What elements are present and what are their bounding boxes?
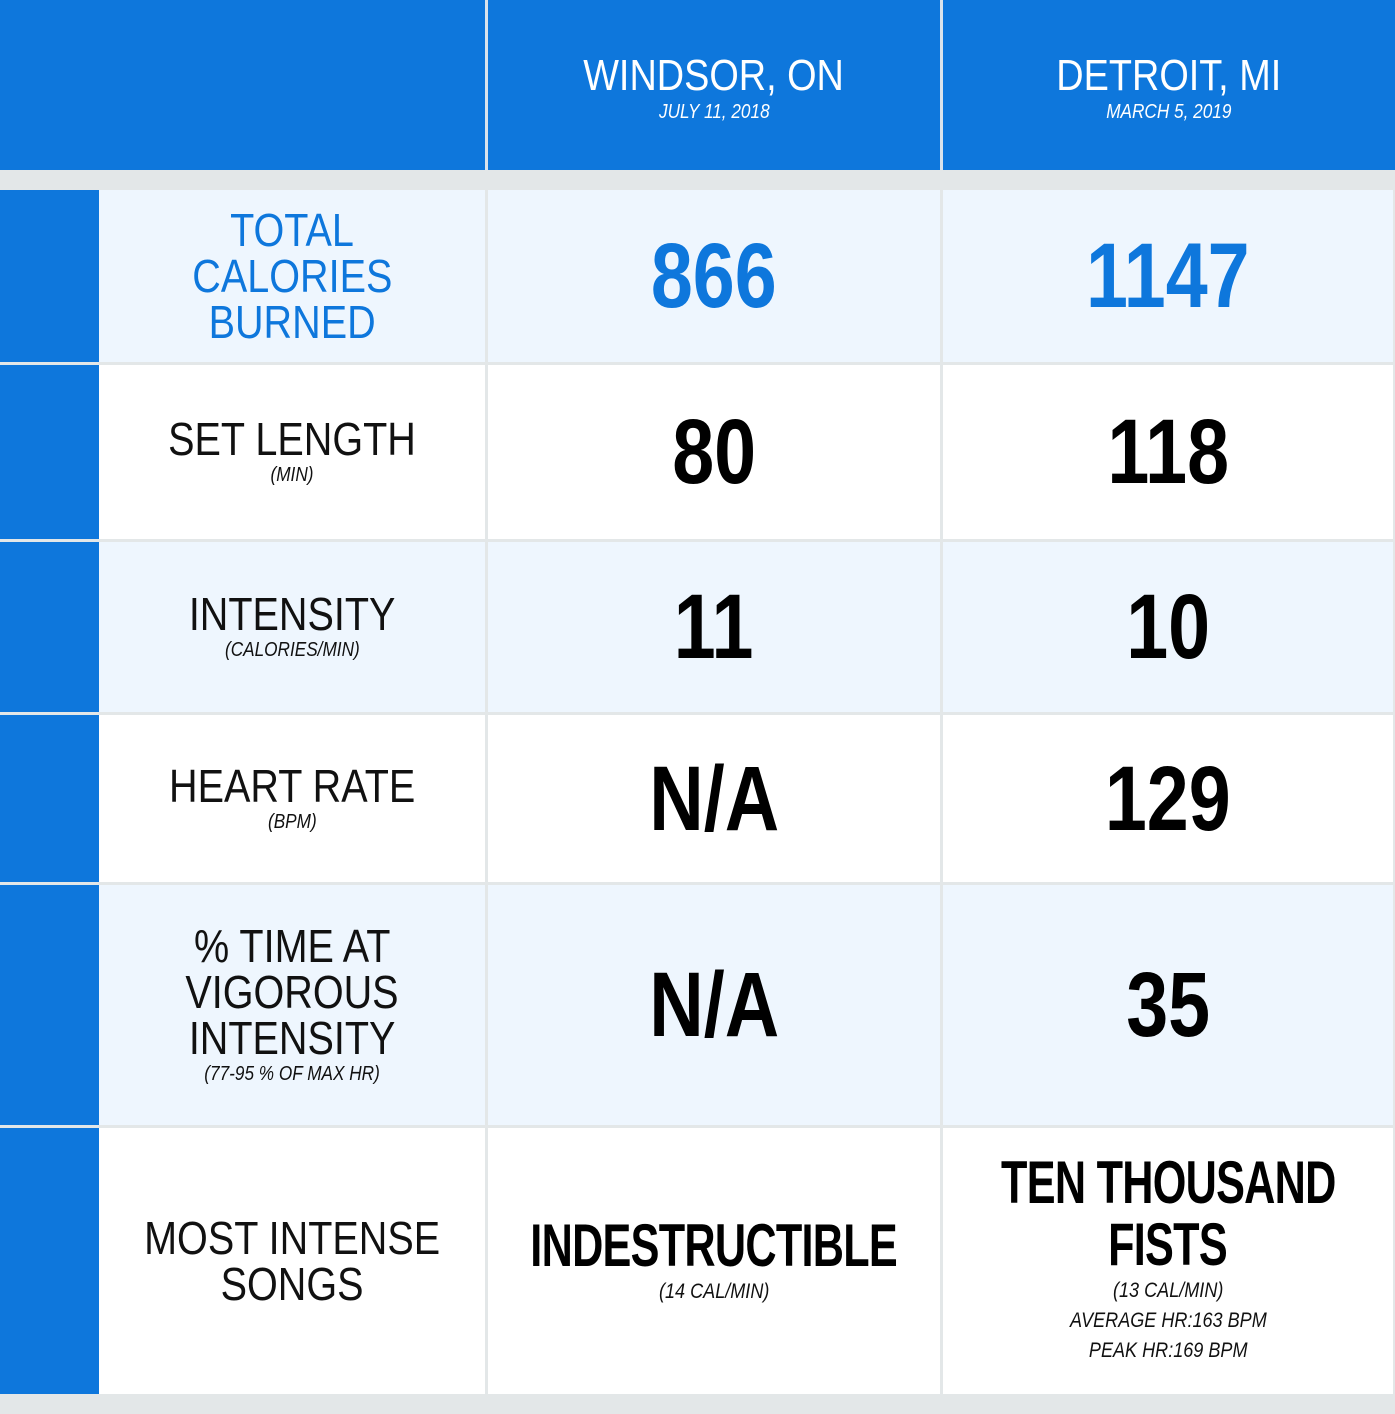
row-intensity: INTENSITY (CALORIES/MIN) 11 10	[0, 542, 1395, 712]
row-accent	[0, 1128, 99, 1394]
value-windsor: 80	[488, 365, 940, 539]
song-title: INDESTRUCTIBLE	[530, 1212, 898, 1279]
value-detroit: 1147	[943, 190, 1393, 362]
row-vigorous-time: % TIME AT VIGOROUS INTENSITY (77-95 % OF…	[0, 885, 1395, 1125]
value-detroit: 129	[943, 715, 1393, 882]
value-windsor: N/A	[488, 715, 940, 882]
song-detroit: TEN THOUSAND FISTS (13 CAL/MIN) AVERAGE …	[943, 1128, 1393, 1394]
label-line: INTENSITY	[188, 1012, 396, 1064]
value-text: 1147	[1086, 225, 1250, 327]
value-text: 80	[672, 401, 756, 503]
label-line: % TIME AT	[193, 920, 391, 972]
row-accent	[0, 365, 99, 539]
city-name: DETROIT, MI	[1056, 51, 1282, 100]
song-detail: (13 CAL/MIN)	[1112, 1279, 1224, 1302]
value-detroit: 35	[943, 885, 1393, 1125]
event-date: MARCH 5, 2019	[1106, 101, 1232, 123]
label-unit: (MIN)	[270, 464, 314, 486]
value-text: 35	[1126, 954, 1210, 1056]
row-total-calories: TOTAL CALORIES BURNED 866 1147	[0, 190, 1395, 362]
value-detroit: 10	[943, 542, 1393, 712]
row-heart-rate: HEART RATE (BPM) N/A 129	[0, 715, 1395, 882]
label-unit: (BPM)	[267, 810, 317, 833]
city-name: WINDSOR, ON	[583, 51, 845, 100]
value-text: 11	[674, 576, 754, 678]
song-detail: PEAK HR:169 BPM	[1088, 1339, 1248, 1362]
value-windsor: N/A	[488, 885, 940, 1125]
song-title: FISTS	[1108, 1211, 1229, 1278]
label-unit: (77-95 % OF MAX HR)	[204, 1063, 380, 1085]
row-label: HEART RATE (BPM)	[99, 715, 485, 882]
label-line: SET LENGTH	[168, 413, 416, 465]
row-label: % TIME AT VIGOROUS INTENSITY (77-95 % OF…	[99, 885, 485, 1125]
label-unit: (CALORIES/MIN)	[224, 639, 360, 661]
value-windsor: 11	[488, 542, 940, 712]
row-label: MOST INTENSE SONGS	[99, 1128, 485, 1394]
label-line: SONGS	[220, 1258, 364, 1310]
event-date: JULY 11, 2018	[658, 101, 770, 123]
row-most-intense-songs: MOST INTENSE SONGS INDESTRUCTIBLE (14 CA…	[0, 1128, 1395, 1394]
label-line: MOST INTENSE	[143, 1212, 440, 1264]
label-line: BURNED	[208, 296, 376, 348]
value-detroit: 118	[943, 365, 1393, 539]
song-title: TEN THOUSAND	[1000, 1149, 1336, 1216]
value-text: N/A	[649, 954, 779, 1056]
row-accent	[0, 715, 99, 882]
row-accent	[0, 885, 99, 1125]
row-label: INTENSITY (CALORIES/MIN)	[99, 542, 485, 712]
song-windsor: INDESTRUCTIBLE (14 CAL/MIN)	[488, 1128, 940, 1394]
header-bar: WINDSOR, ON JULY 11, 2018 DETROIT, MI MA…	[0, 0, 1395, 170]
value-text: 866	[651, 225, 777, 327]
label-line: CALORIES	[191, 250, 393, 302]
label-line: TOTAL	[230, 204, 354, 256]
header-windsor: WINDSOR, ON JULY 11, 2018	[488, 0, 940, 170]
row-set-length: SET LENGTH (MIN) 80 118	[0, 365, 1395, 539]
row-accent	[0, 190, 99, 362]
song-detail: (14 CAL/MIN)	[658, 1280, 770, 1303]
value-text: 129	[1105, 747, 1231, 850]
row-accent	[0, 542, 99, 712]
value-text: 10	[1126, 576, 1210, 678]
value-text: N/A	[649, 747, 779, 850]
song-detail: AVERAGE HR:163 BPM	[1069, 1309, 1267, 1332]
label-line: VIGOROUS	[185, 966, 399, 1018]
row-label: TOTAL CALORIES BURNED	[99, 190, 485, 362]
value-text: 118	[1107, 401, 1229, 503]
label-line: HEART RATE	[168, 759, 416, 812]
value-windsor: 866	[488, 190, 940, 362]
header-detroit: DETROIT, MI MARCH 5, 2019	[943, 0, 1395, 170]
row-label: SET LENGTH (MIN)	[99, 365, 485, 539]
label-line: INTENSITY	[188, 588, 396, 640]
